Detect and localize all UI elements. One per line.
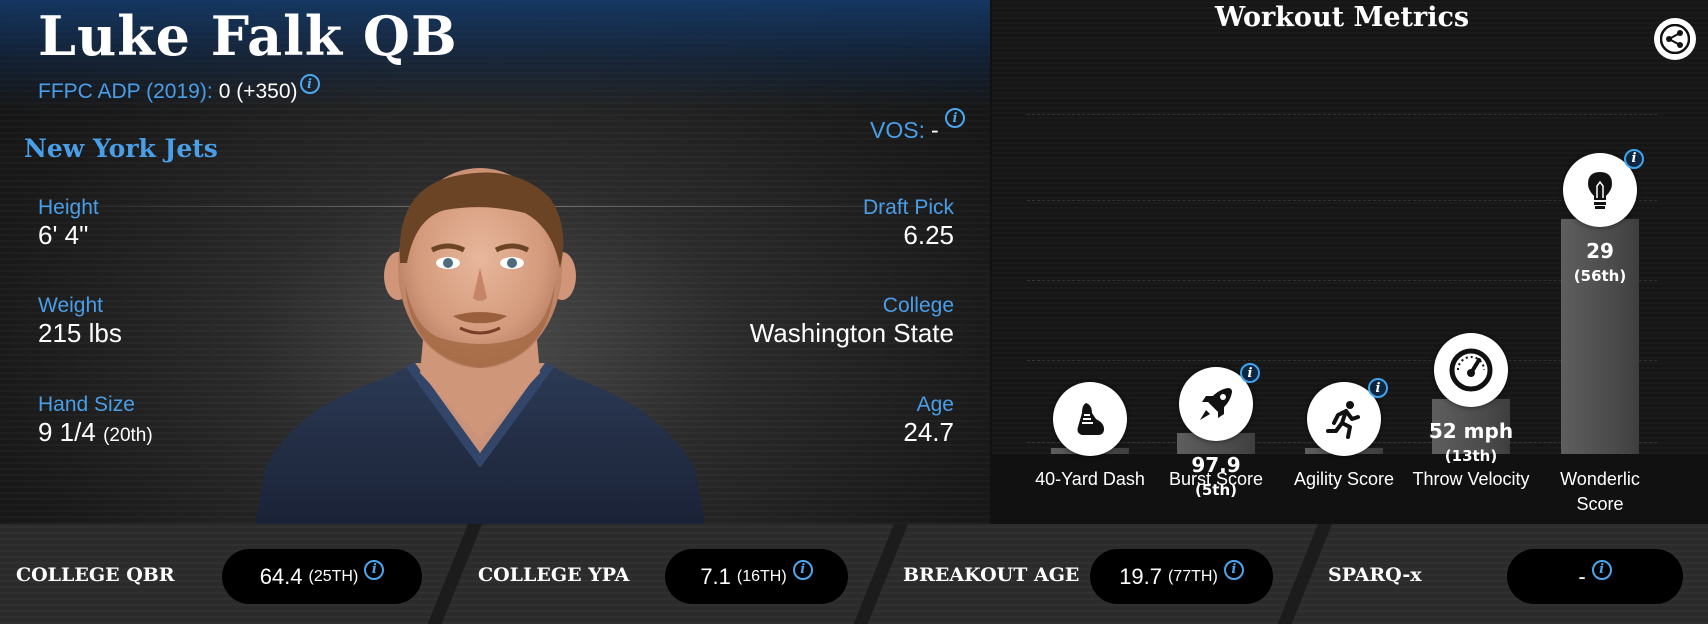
age-label: Age (916, 393, 954, 416)
weight-value: 215 lbs (38, 318, 122, 348)
metric-label: 40-Yard Dash (1035, 469, 1145, 489)
college-ypa-label: COLLEGE YPA (478, 564, 630, 586)
player-name: Luke Falk QB (38, 4, 458, 68)
vos-label: VOS: (870, 117, 925, 143)
height-value: 6' 4" (38, 220, 89, 250)
vos-info-icon[interactable]: i (945, 108, 965, 128)
adp-label: FFPC ADP (2019): (38, 80, 213, 103)
workout-title: Workout Metrics (1214, 2, 1470, 33)
breakout-age-pill: 19.7 (77TH) i (1090, 549, 1273, 604)
hand-size-label: Hand Size (38, 393, 135, 416)
team-name: New York Jets (24, 134, 218, 163)
stat-age: Age 24.7 (903, 393, 954, 447)
height-label: Height (38, 196, 99, 219)
college-ypa-info-icon[interactable]: i (792, 559, 813, 580)
breakout-age-rank: (77TH) (1168, 567, 1218, 585)
college-qbr-pill: 64.4 (25TH) i (222, 549, 422, 604)
hand-size-value: 9 1/4 (38, 417, 96, 447)
share-icon[interactable] (1654, 18, 1696, 60)
player-photo (255, 168, 705, 524)
adp-value: 0 (+350) (218, 80, 298, 103)
college-ypa-pill: 7.1 (16TH) i (665, 549, 848, 604)
vos-value: - (930, 117, 939, 143)
hand-size-rank: (20th) (103, 425, 153, 446)
stat-college: College Washington State (750, 294, 954, 348)
metric-label: Throw Velocity (1412, 469, 1530, 489)
sparq-x-pill: -i (1507, 549, 1683, 604)
breakout-age-value: 19.7 (1119, 563, 1163, 589)
sparq-x-label: SPARQ-x (1328, 564, 1422, 586)
college-stats-bar: COLLEGE QBR 64.4 (25TH) i COLLEGE YPA 7.1 (… (0, 524, 1708, 624)
college-qbr-rank: (25TH) (308, 567, 359, 585)
sparq-x-value: - (1578, 563, 1586, 589)
metric-label: Agility Score (1293, 469, 1395, 489)
age-value: 24.7 (903, 417, 954, 447)
adp-row: FFPC ADP (2019): 0 (+350) i (38, 74, 320, 104)
divider (853, 524, 908, 624)
college-qbr-label: COLLEGE QBR (16, 564, 175, 586)
stat-draft-pick: Draft Pick 6.25 (863, 196, 954, 250)
hand-size-value-row: 9 1/4 (20th) (38, 417, 153, 451)
metric-value: 52 mph (1428, 419, 1514, 444)
speedometer-icon (1434, 333, 1508, 408)
metric-rank: (56th) (1573, 266, 1627, 285)
college-ypa-rank: (16TH) (736, 567, 787, 585)
metric-info-icon[interactable]: i (1624, 148, 1644, 169)
draft-pick-label: Draft Pick (862, 196, 954, 219)
metric-value: 29 (1586, 238, 1614, 263)
stat-weight: Weight 215 lbs (38, 294, 122, 348)
running-shoe-icon (1053, 382, 1127, 456)
sparq-x-info-icon[interactable]: i (1591, 559, 1612, 580)
divider (1277, 524, 1332, 624)
metric-label: Burst Score (1168, 469, 1264, 489)
grid-line (1027, 114, 1657, 115)
metric-info-icon[interactable]: i (1240, 363, 1260, 383)
adp-info-icon[interactable]: i (299, 74, 320, 94)
college-value: Washington State (749, 318, 954, 348)
stat-height: Height 6' 4" (38, 196, 99, 250)
grid-line (1027, 200, 1657, 201)
stat-hand-size: Hand Size 9 1/4 (20th) (38, 393, 153, 451)
workout-metrics-panel: Workout Metrics 40-Yard Dash i 97.9 (5th) Bu… (992, 0, 1708, 524)
breakout-age-label: BREAKOUT AGE (903, 564, 1080, 586)
player-profile-panel: Luke Falk QB FFPC ADP (2019): 0 (+350) i N… (0, 0, 990, 524)
college-qbr-info-icon[interactable]: i (364, 559, 385, 580)
draft-pick-value: 6.25 (903, 220, 954, 250)
college-ypa-value: 7.1 (700, 563, 731, 589)
weight-label: Weight (38, 294, 103, 317)
metric-label: Wonderlic Score (1560, 469, 1640, 514)
breakout-age-info-icon[interactable]: i (1223, 559, 1244, 580)
college-qbr-value: 64.4 (259, 563, 303, 589)
college-label: College (882, 294, 954, 317)
metric-rank: (13th) (1444, 447, 1498, 466)
divider (427, 524, 482, 624)
vos-row: VOS: - i (870, 108, 965, 144)
metric-info-icon[interactable]: i (1368, 378, 1388, 398)
